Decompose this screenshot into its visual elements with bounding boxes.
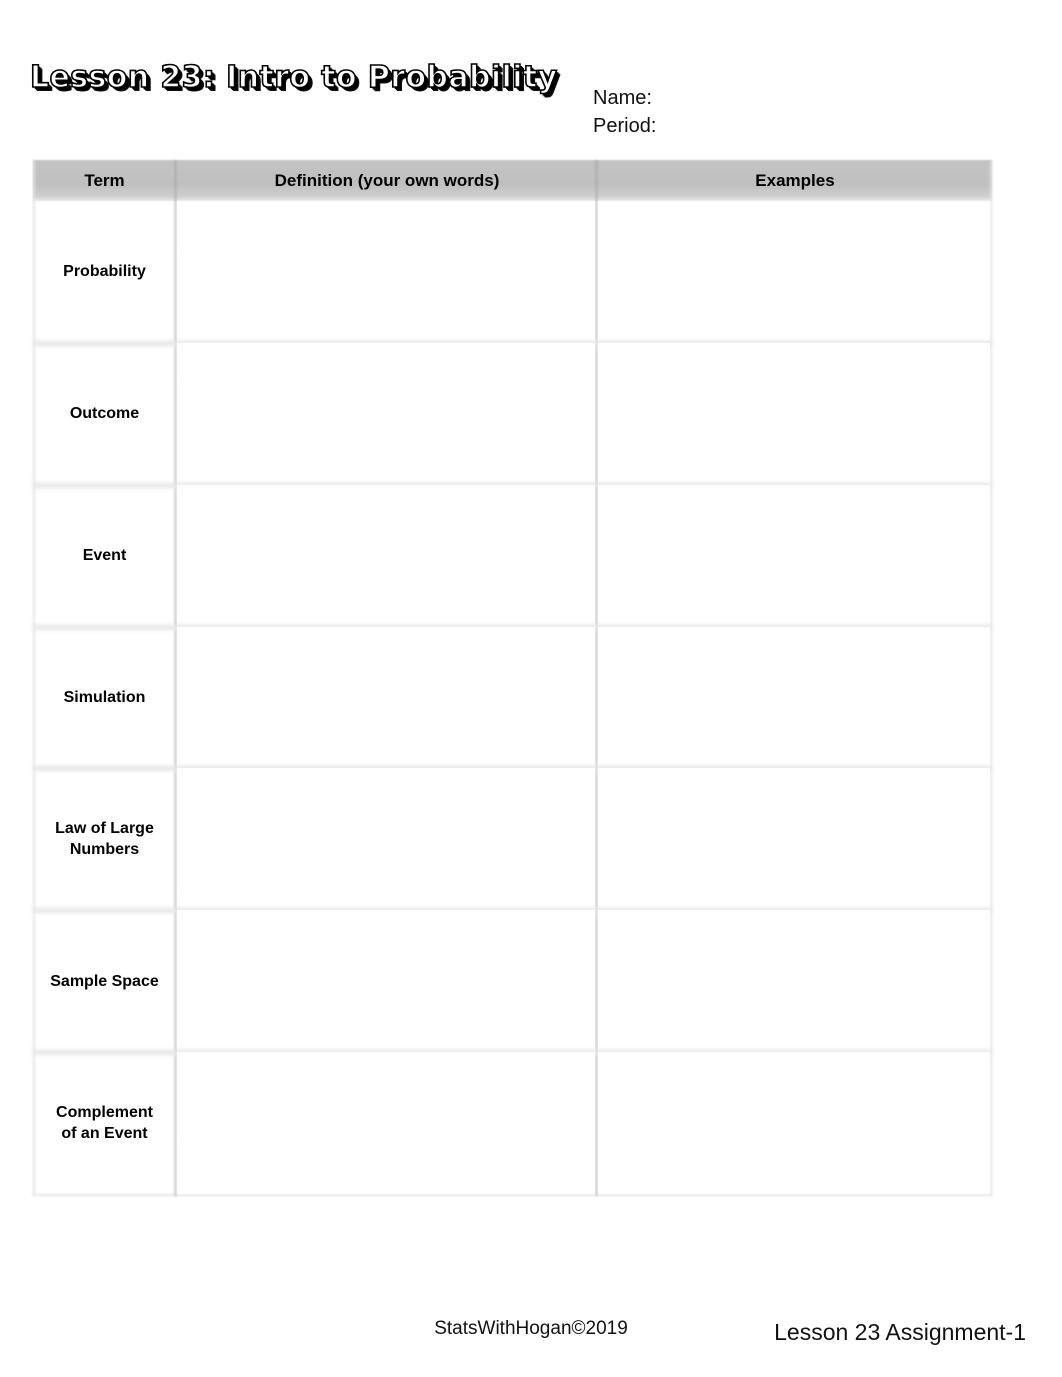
column-header-definition: Definition (your own words) [274, 171, 500, 190]
table-right-border [990, 160, 992, 1196]
term-cell: Simulation [33, 627, 176, 769]
page-title: Lesson 23: Intro to Probability [29, 59, 558, 96]
term-label: Outcome [69, 405, 140, 423]
examples-cell[interactable] [598, 910, 990, 1053]
examples-cell[interactable] [598, 342, 990, 485]
term-cell: Probability [33, 201, 176, 343]
column-header-term: Term [84, 171, 125, 190]
term-label: Event [82, 547, 127, 565]
name-field-label: Name: [593, 87, 652, 109]
term-label: Complement of an Event [56, 1104, 153, 1143]
definition-cell[interactable] [177, 626, 595, 769]
footer-assignment: Lesson 23 Assignment-1 [774, 1319, 1026, 1345]
definition-cell[interactable] [177, 342, 595, 485]
term-label: Sample Space [50, 972, 159, 990]
definition-cell[interactable] [177, 484, 595, 627]
definition-cell[interactable] [177, 201, 595, 343]
term-cell: Event [33, 485, 176, 627]
term-label: Simulation [63, 688, 146, 706]
definition-cell[interactable] [177, 1052, 595, 1194]
column-header-examples: Examples [755, 171, 835, 190]
term-label: Law of Large Numbers [55, 820, 154, 859]
term-cell: Sample Space [33, 910, 176, 1052]
examples-cell[interactable] [598, 626, 990, 769]
term-cell: Outcome [33, 343, 176, 485]
examples-cell[interactable] [598, 1052, 990, 1194]
examples-cell[interactable] [598, 201, 990, 343]
examples-cell[interactable] [598, 484, 990, 627]
term-cell: Complement of an Event [33, 1052, 176, 1194]
examples-cell[interactable] [598, 768, 990, 911]
vocabulary-table: Term Definition (your own words) Example… [33, 160, 992, 1196]
definition-cell[interactable] [177, 910, 595, 1053]
period-field-label: Period: [593, 115, 657, 137]
term-label: Probability [63, 263, 146, 281]
term-cell: Law of Large Numbers [33, 768, 176, 910]
definition-cell[interactable] [177, 768, 595, 911]
